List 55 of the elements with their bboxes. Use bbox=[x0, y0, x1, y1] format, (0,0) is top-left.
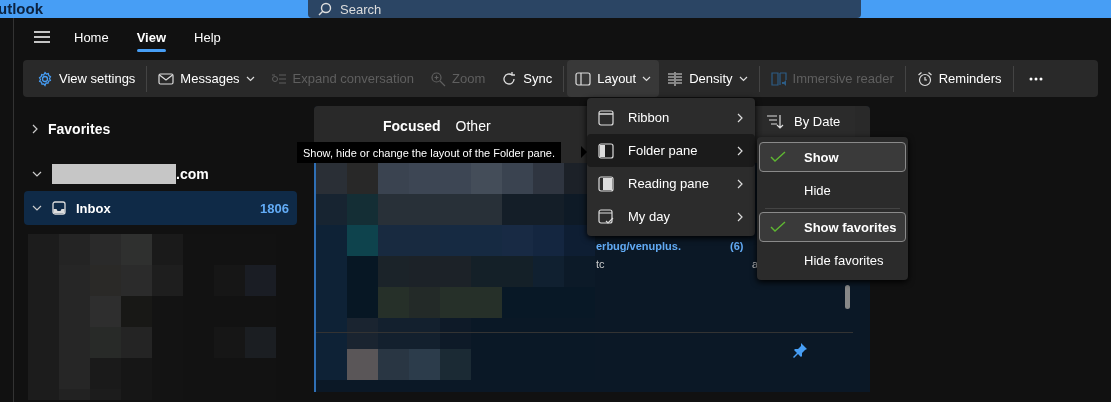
toolbar-button[interactable]: Sync bbox=[493, 60, 561, 97]
gear-icon bbox=[37, 70, 53, 87]
scrollbar-thumb[interactable] bbox=[845, 285, 850, 309]
ribbon-tab[interactable]: Home bbox=[74, 21, 109, 53]
chevron-right-icon bbox=[737, 145, 743, 156]
sender-name: erbug/venuplus. bbox=[596, 240, 681, 252]
envelope-icon bbox=[158, 70, 175, 87]
account-name[interactable]: .com bbox=[176, 166, 209, 182]
toolbar-button[interactable]: View settings bbox=[29, 60, 144, 97]
calendar-check-icon bbox=[598, 208, 614, 225]
menu-item[interactable]: Reading pane bbox=[587, 167, 755, 200]
toolbar-button[interactable]: Layout bbox=[567, 60, 660, 97]
density-icon bbox=[667, 70, 684, 87]
pivot-tab[interactable]: Focused bbox=[383, 118, 441, 134]
message-count: (6) bbox=[730, 240, 744, 252]
panel-right-icon bbox=[598, 175, 614, 192]
tooltip: Show, hide or change the layout of the Folder pane. bbox=[297, 142, 561, 163]
menu-item[interactable]: Show bbox=[759, 142, 906, 172]
layout-icon bbox=[575, 70, 592, 87]
checkmark-icon bbox=[770, 221, 786, 233]
message-preview: tc bbox=[596, 258, 605, 270]
toolbar-button[interactable]: Messages bbox=[150, 60, 263, 97]
book-speaker-icon bbox=[770, 70, 787, 87]
panel-left-icon bbox=[598, 142, 614, 159]
ribbon-tab[interactable]: View bbox=[136, 21, 167, 53]
menu-item[interactable]: Hide favorites bbox=[759, 245, 906, 275]
search-field[interactable]: Search bbox=[308, 0, 861, 18]
chevron-right-icon bbox=[737, 112, 743, 123]
zoom-icon bbox=[430, 70, 447, 87]
chevron-right-icon bbox=[737, 211, 743, 222]
checkmark-icon bbox=[770, 151, 786, 163]
pin-icon bbox=[792, 342, 808, 358]
toolbar-button[interactable]: Reminders bbox=[908, 60, 1010, 97]
more-icon bbox=[1028, 76, 1043, 81]
chevron-right-icon bbox=[737, 178, 743, 189]
menu-item[interactable]: Folder pane bbox=[587, 134, 755, 167]
menu-item[interactable]: My day bbox=[587, 200, 755, 233]
alarm-clock-icon bbox=[916, 70, 933, 87]
search-input[interactable]: Search bbox=[338, 0, 538, 18]
sync-icon bbox=[501, 70, 518, 87]
menu-icon[interactable] bbox=[34, 31, 50, 43]
menu-item[interactable]: Hide bbox=[759, 175, 906, 205]
menu-item[interactable]: Ribbon bbox=[587, 101, 755, 134]
sort-icon bbox=[766, 113, 784, 130]
tooltip-arrow-icon bbox=[581, 146, 587, 158]
pivot-tab[interactable]: Other bbox=[455, 118, 491, 134]
window-icon bbox=[598, 109, 614, 126]
search-icon bbox=[318, 2, 332, 16]
inbox-icon bbox=[52, 201, 66, 215]
ribbon-tab[interactable]: Help bbox=[194, 21, 221, 53]
menu-item[interactable]: Show favorites bbox=[759, 212, 906, 242]
toolbar-button[interactable]: Density bbox=[659, 60, 756, 97]
folder-item[interactable]: Inbox 1806 bbox=[24, 191, 297, 225]
section-title[interactable]: Favorites bbox=[48, 121, 111, 137]
unread-count: 1806 bbox=[260, 200, 289, 216]
